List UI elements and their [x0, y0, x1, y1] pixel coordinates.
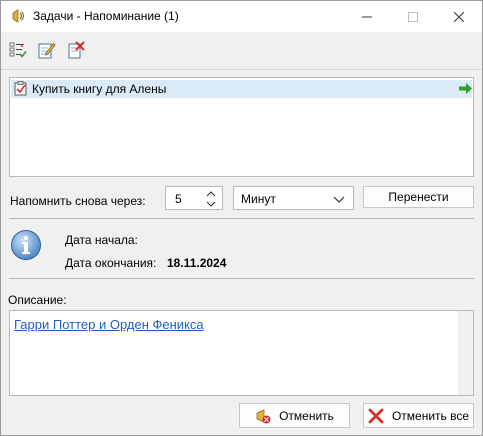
chevron-up-icon[interactable]: [204, 189, 218, 199]
list-item[interactable]: Купить книгу для Алены: [11, 80, 472, 98]
minimize-icon: [362, 16, 372, 17]
maximize-icon: [408, 11, 418, 22]
chevron-down-icon[interactable]: [204, 199, 218, 209]
title-bar: Задачи - Напоминание (1): [1, 1, 482, 32]
maximize-button[interactable]: [390, 1, 436, 32]
minimize-button[interactable]: [344, 1, 390, 32]
info-icon: [11, 230, 41, 260]
description-link[interactable]: Гарри Поттер и Орден Феникса: [14, 317, 204, 332]
snooze-unit-select[interactable]: Минут: [233, 186, 354, 210]
close-icon: [454, 11, 464, 22]
end-date-value: 18.11.2024: [167, 256, 227, 270]
edit-icon[interactable]: [38, 41, 56, 59]
cancel-reminder-icon: [256, 408, 271, 423]
toolbar-divider: [1, 69, 482, 70]
end-date-label: Дата окончания:: [65, 256, 157, 270]
green-arrow-icon[interactable]: [459, 83, 472, 94]
window-title: Задачи - Напоминание (1): [33, 9, 179, 23]
divider: [9, 278, 474, 279]
cancel-label: Отменить: [279, 408, 334, 423]
description-scrollbar[interactable]: [458, 311, 473, 395]
close-button[interactable]: [436, 1, 482, 32]
description-box[interactable]: Гарри Поттер и Орден Феникса: [9, 310, 474, 396]
reminder-list[interactable]: Купить книгу для Алены: [9, 77, 474, 177]
task-checkbox-icon: [14, 81, 27, 96]
chevron-down-icon: [333, 196, 345, 203]
snooze-value[interactable]: 5: [175, 192, 182, 206]
reminder-title: Купить книгу для Алены: [32, 82, 167, 96]
cancel-all-button[interactable]: Отменить все: [363, 403, 474, 428]
snooze-stepper[interactable]: 5: [165, 186, 223, 210]
app-icon: [12, 9, 24, 23]
start-date-label: Дата начала:: [65, 233, 138, 247]
checklist-icon[interactable]: [9, 41, 27, 59]
cancel-button[interactable]: Отменить: [239, 403, 350, 428]
close-icon: [368, 408, 384, 423]
toolbar: [1, 32, 482, 68]
delete-icon[interactable]: [67, 41, 85, 59]
postpone-button[interactable]: Перенести: [363, 186, 474, 208]
snooze-label: Напомнить снова через:: [10, 194, 146, 208]
snooze-unit-value: Минут: [241, 192, 276, 206]
reminder-window: Задачи - Напоминание (1) Купить книгу дл…: [0, 0, 483, 436]
cancel-all-label: Отменить все: [391, 408, 470, 423]
divider: [9, 218, 474, 219]
description-label: Описание:: [8, 293, 67, 307]
